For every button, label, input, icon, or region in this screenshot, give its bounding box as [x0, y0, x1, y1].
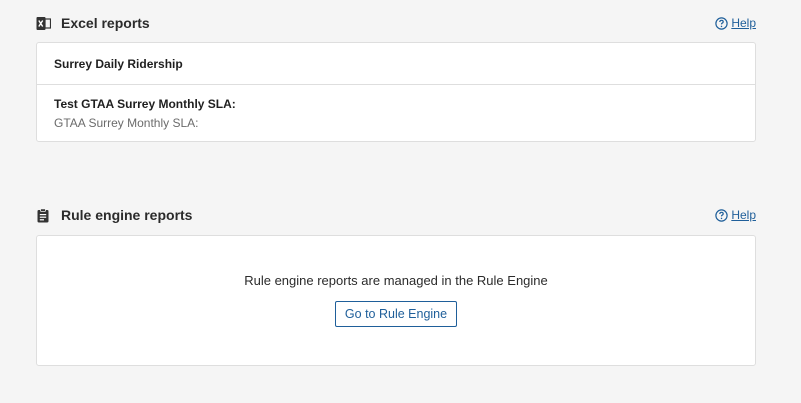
rule-engine-button-wrap: Go to Rule Engine: [37, 301, 755, 327]
excel-icon: [36, 16, 51, 31]
rule-engine-header: Rule engine reports Help: [36, 204, 756, 226]
excel-help-link[interactable]: Help: [715, 16, 756, 30]
report-description: GTAA Surrey Monthly SLA:: [54, 116, 199, 130]
rule-engine-help-label[interactable]: Help: [731, 208, 756, 222]
report-name[interactable]: Surrey Daily Ridership: [54, 57, 183, 71]
rule-engine-title-group: Rule engine reports: [36, 207, 192, 223]
go-to-rule-engine-button[interactable]: Go to Rule Engine: [334, 301, 458, 327]
excel-reports-title-group: Excel reports: [36, 15, 150, 31]
rule-engine-help-link[interactable]: Help: [715, 208, 756, 222]
report-name[interactable]: Test GTAA Surrey Monthly SLA:: [54, 97, 738, 111]
excel-reports-header: Excel reports Help: [36, 12, 756, 34]
rule-engine-card: Rule engine reports are managed in the R…: [36, 235, 756, 366]
rule-engine-title: Rule engine reports: [61, 207, 193, 223]
help-circle-icon: [715, 208, 729, 222]
excel-reports-title: Excel reports: [61, 15, 150, 31]
clipboard-icon: [36, 207, 51, 223]
report-item[interactable]: Test GTAA Surrey Monthly SLA: GTAA Surre…: [37, 85, 755, 141]
help-circle-icon: [715, 16, 729, 30]
report-item[interactable]: Surrey Daily Ridership: [37, 43, 755, 85]
excel-reports-card: Surrey Daily Ridership Test GTAA Surrey …: [36, 42, 756, 142]
rule-engine-message: Rule engine reports are managed in the R…: [244, 273, 548, 288]
excel-help-label[interactable]: Help: [731, 16, 756, 30]
